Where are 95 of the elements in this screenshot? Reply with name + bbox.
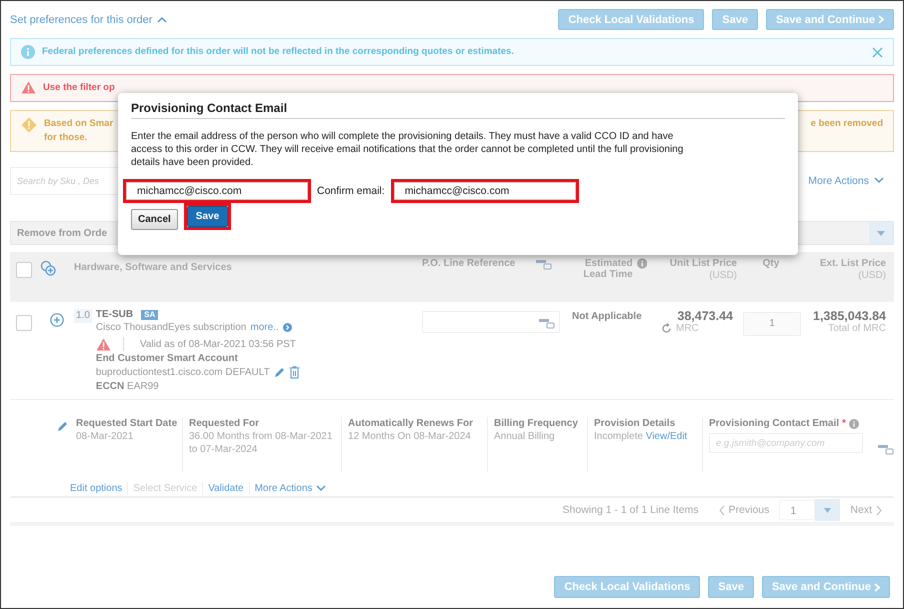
checkbox[interactable] [16, 315, 32, 332]
more-actions-link[interactable]: More Actions [254, 483, 312, 494]
caret-down-icon [877, 230, 885, 236]
column-settings-icon[interactable] [878, 443, 894, 456]
chevron-right-icon [874, 582, 880, 592]
alert-text: e been removed [810, 117, 883, 131]
column-header: Qty [762, 258, 780, 270]
trash-icon[interactable] [288, 366, 300, 380]
action-button[interactable]: Save and Continue [762, 576, 890, 598]
dropdown-button[interactable] [869, 222, 893, 244]
lead-time-text: Not Applicable [571, 310, 643, 324]
pencil-icon[interactable] [57, 421, 68, 432]
modal-title: Provisioning Contact Email [131, 101, 785, 119]
detail-label: Automatically Renews For [348, 417, 474, 430]
chevron-right-icon [878, 15, 884, 24]
sku-text: TE-SUB [96, 309, 134, 320]
warning-diamond-icon [21, 117, 37, 133]
email-field[interactable]: michamcc@cisco.com [126, 182, 308, 200]
save-button[interactable]: Save [186, 206, 228, 227]
warning-triangle-icon [96, 338, 111, 351]
alert-text: for those. [44, 131, 88, 145]
extended-price: 1,385,043.84 [813, 309, 886, 324]
page-dropdown-button[interactable] [815, 499, 840, 522]
detail-label: Provision Details [594, 417, 676, 430]
more-link[interactable]: more.. [250, 322, 279, 334]
column-header: Unit List Price [670, 258, 737, 270]
action-button[interactable]: Save [708, 576, 754, 598]
column-header: Hardware, Software and Services [74, 262, 232, 274]
view-edit-link[interactable]: View/Edit [646, 431, 688, 442]
close-icon[interactable] [872, 47, 883, 58]
eccn-label: ECCN [96, 381, 124, 392]
eccn-value: EAR99 [127, 381, 159, 392]
detail-label: Requested For [189, 417, 260, 430]
pagination-summary: Showing 1 - 1 of 1 Line Items [562, 504, 699, 516]
cancel-button[interactable]: Cancel [131, 209, 178, 230]
required-mark: * [842, 417, 846, 430]
alert-text: Federal preferences defined for this order will not be reflected in the corresponding quotes or estimates. [42, 45, 514, 59]
next-button[interactable]: Next [850, 504, 882, 516]
po-reference-field[interactable] [422, 311, 560, 334]
detail-value: 12 Months On 08-Mar-2024 [348, 431, 471, 442]
alert-text: Based on Smar [44, 117, 114, 131]
column-header: Estimated Lead Time [582, 258, 633, 280]
chevron-down-icon [874, 177, 884, 184]
checkbox[interactable] [16, 262, 32, 278]
email-field[interactable]: michamcc@cisco.com [394, 182, 576, 200]
detail-value: 08-Mar-2021 [76, 431, 134, 442]
action-button[interactable]: Check Local Validations [558, 9, 704, 30]
expand-plus-icon[interactable] [50, 313, 64, 328]
info-icon [848, 418, 859, 429]
modal-message: Enter the email address of the person who will complete the provisioning details. They must have a valid CCO ID and have access to this order in CCW. They will receive email notifications that the order cannot be completed until the full provisioning details have been provided. [131, 130, 684, 169]
column-header: P.O. Line Reference [422, 258, 516, 270]
caret-down-icon [824, 508, 832, 513]
detail-value: 36.00 Months from 08-Mar-2021 to 07-Mar-2024 [189, 431, 332, 456]
unit-price: 38,473.44 [677, 309, 733, 324]
warning-triangle-icon [21, 81, 36, 94]
linked-circles-icon[interactable] [40, 260, 56, 276]
line-number: 1.0 [74, 309, 92, 324]
page-field[interactable]: 1 [779, 500, 816, 520]
arrow-circle-icon[interactable] [282, 323, 292, 332]
previous-button[interactable]: Previous [718, 504, 770, 516]
product-description: Cisco ThousandEyes subscription [96, 322, 246, 334]
account-heading: End Customer Smart Account [96, 353, 239, 364]
action-button[interactable]: Check Local Validations [554, 576, 700, 598]
detail-label: Provisioning Contact Email [709, 417, 840, 430]
remove-from-order-button[interactable]: Remove from Orde [17, 228, 108, 239]
column-settings-icon[interactable] [536, 258, 552, 270]
detail-label: Requested Start Date [76, 417, 178, 430]
action-link[interactable]: Edit options [70, 483, 122, 494]
detail-value: Annual Billing [494, 431, 555, 442]
column-settings-icon[interactable] [539, 317, 555, 330]
info-icon [21, 45, 35, 59]
detail-value: Incomplete [594, 431, 643, 442]
chevron-up-icon [157, 16, 168, 23]
price-note: Total of MRC [828, 323, 886, 334]
more-actions-link[interactable]: More Actions [808, 174, 869, 187]
validity-text: Valid as of 08-Mar-2021 03:56 PST [140, 338, 296, 350]
search-field[interactable]: Search by Sku , Des [10, 166, 120, 195]
detail-label: Billing Frequency [494, 417, 579, 430]
account-name: buproductiontest1.cisco.com DEFAULT [96, 367, 270, 378]
action-button[interactable]: Save [712, 9, 758, 30]
account-badge: SA [141, 310, 158, 320]
chevron-right-icon [876, 504, 882, 516]
chevron-left-icon [718, 504, 725, 516]
action-button[interactable]: Save and Continue [766, 9, 894, 30]
info-icon [636, 258, 647, 270]
refresh-icon [661, 323, 672, 334]
column-header: Ext. List Price [820, 258, 886, 270]
action-link[interactable]: Validate [208, 483, 244, 494]
chevron-down-icon [316, 485, 326, 492]
alert-text: Use the filter op [43, 81, 115, 95]
confirm-email-label: Confirm email: [317, 185, 385, 197]
section-toggle[interactable]: Set preferences for this order [10, 14, 152, 26]
pencil-icon[interactable] [274, 367, 285, 378]
quantity-field[interactable]: 1 [743, 312, 801, 336]
price-note: MRC [676, 323, 699, 334]
